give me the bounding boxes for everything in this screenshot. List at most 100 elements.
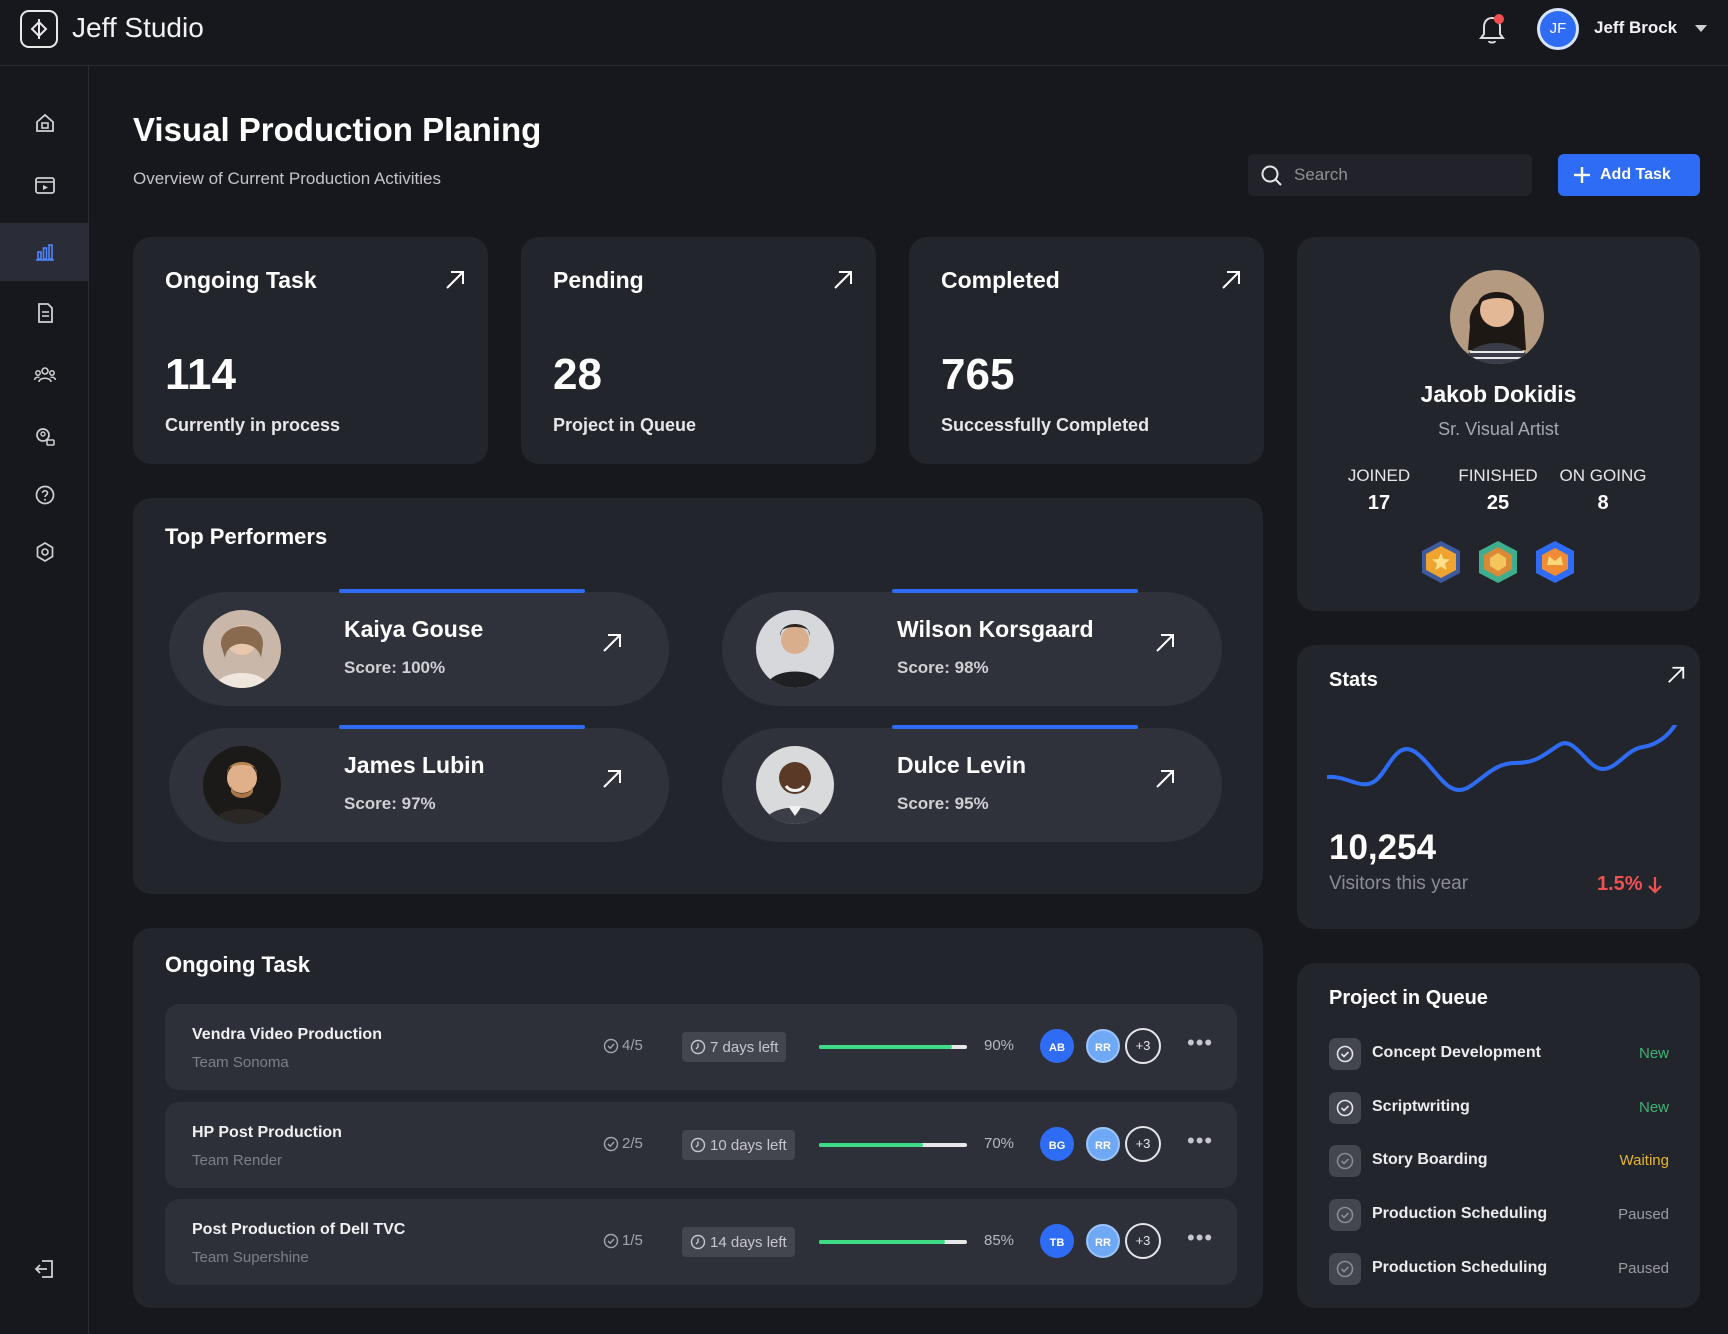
arrow-up-right-icon[interactable] xyxy=(1220,269,1242,291)
assignee-avatar[interactable]: BG xyxy=(1040,1127,1074,1161)
queue-checkbox[interactable] xyxy=(1329,1199,1361,1231)
queue-item[interactable]: Production Scheduling Paused xyxy=(1329,1195,1669,1235)
top-performers-card: Top Performers Kaiya Gouse Score: 100% W… xyxy=(133,498,1263,894)
ongoing-tasks-card: Ongoing Task Vendra Video Production Team… xyxy=(133,928,1263,1308)
queue-checkbox[interactable] xyxy=(1329,1038,1361,1070)
arrow-up-right-icon[interactable] xyxy=(601,768,623,790)
task-progress-bar xyxy=(819,1045,967,1049)
assignee-avatar[interactable]: RR xyxy=(1086,1127,1120,1161)
assignee-avatar[interactable]: AB xyxy=(1040,1029,1074,1063)
stat-card-ongoing[interactable]: Ongoing Task 114 Currently in process xyxy=(133,237,488,464)
queue-checkbox[interactable] xyxy=(1329,1253,1361,1285)
profile-stat-ongoing: ON GOING 8 xyxy=(1548,466,1658,515)
arrow-up-right-icon[interactable] xyxy=(444,269,466,291)
assignee-avatar[interactable]: RR xyxy=(1086,1224,1120,1258)
queue-item-label: Story Boarding xyxy=(1372,1151,1488,1168)
performer-avatar xyxy=(203,610,281,688)
search-input[interactable] xyxy=(1294,160,1524,190)
performer-accent-bar xyxy=(892,589,1138,593)
stat-card-pending[interactable]: Pending 28 Project in Queue xyxy=(521,237,876,464)
section-title: Project in Queue xyxy=(1329,987,1488,1009)
profile-stat-value: 17 xyxy=(1367,492,1391,514)
task-row[interactable]: HP Post Production Team Render 2/5 10 days … xyxy=(165,1102,1237,1188)
queue-checkbox[interactable] xyxy=(1329,1145,1361,1177)
arrow-up-right-icon[interactable] xyxy=(1666,665,1686,685)
sidebar-item-video[interactable] xyxy=(0,156,89,214)
queue-item[interactable]: Story Boarding Waiting xyxy=(1329,1141,1669,1181)
profile-stat-label: FINISHED xyxy=(1458,466,1538,485)
search-icon xyxy=(1261,165,1282,186)
queue-item[interactable]: Production Scheduling Paused xyxy=(1329,1249,1669,1289)
stat-card-completed[interactable]: Completed 765 Successfully Completed xyxy=(909,237,1264,464)
profile-avatar[interactable] xyxy=(1450,270,1544,364)
performer-card[interactable]: Kaiya Gouse Score: 100% xyxy=(169,589,669,706)
arrow-up-right-icon[interactable] xyxy=(1154,632,1176,654)
visitors-sparkline xyxy=(1327,725,1677,792)
queue-item[interactable]: Scriptwriting New xyxy=(1329,1088,1669,1128)
check-circle-icon xyxy=(603,1038,619,1053)
performer-name: James Lubin xyxy=(344,752,485,778)
stats-value: 10,254 xyxy=(1329,828,1437,867)
profile-stat-finished: FINISHED 25 xyxy=(1443,466,1553,515)
sidebar-item-settings[interactable] xyxy=(0,523,89,581)
task-checklist-count: 1/5 xyxy=(622,1232,643,1249)
star-badge-icon xyxy=(1422,541,1460,583)
arrow-up-right-icon[interactable] xyxy=(601,632,623,654)
user-search-icon xyxy=(35,428,55,446)
stat-value: 114 xyxy=(165,350,236,399)
stats-change-value: 1.5% xyxy=(1597,873,1643,895)
performer-card[interactable]: Wilson Korsgaard Score: 98% xyxy=(722,589,1222,706)
check-circle-icon xyxy=(603,1233,619,1248)
logout-icon xyxy=(34,1260,53,1278)
sidebar-item-documents[interactable] xyxy=(0,284,89,342)
app-logo[interactable] xyxy=(20,10,58,48)
more-assignees[interactable]: +3 xyxy=(1125,1223,1161,1259)
profile-stat-joined: JOINED 17 xyxy=(1324,466,1434,515)
arrow-up-right-icon[interactable] xyxy=(1154,768,1176,790)
performer-accent-bar xyxy=(339,589,585,593)
medal-badge-icon xyxy=(1479,541,1517,583)
more-assignees[interactable]: +3 xyxy=(1125,1126,1161,1162)
task-row[interactable]: Post Production of Dell TVC Team Supershi… xyxy=(165,1199,1237,1285)
sidebar-item-analytics[interactable] xyxy=(0,223,89,281)
performer-name: Dulce Levin xyxy=(897,752,1027,778)
sidebar-item-help[interactable] xyxy=(0,466,89,524)
sidebar-item-home[interactable] xyxy=(0,94,89,152)
user-name[interactable]: Jeff Brock xyxy=(1594,18,1677,38)
user-avatar[interactable]: JF xyxy=(1537,8,1579,50)
sidebar-item-team[interactable] xyxy=(0,346,89,404)
add-task-label: Add Task xyxy=(1600,166,1671,183)
profile-stat-value: 25 xyxy=(1486,492,1510,514)
performer-score: Score: 95% xyxy=(897,794,989,813)
chevron-down-icon[interactable] xyxy=(1695,25,1707,32)
stats-title: Stats xyxy=(1329,669,1378,691)
performer-card[interactable]: James Lubin Score: 97% xyxy=(169,725,669,842)
section-title: Ongoing Task xyxy=(165,952,311,977)
sidebar-item-logout[interactable] xyxy=(0,1240,89,1298)
more-options-icon[interactable]: ••• xyxy=(1187,1128,1213,1154)
check-circle-icon xyxy=(1336,1260,1354,1278)
task-row[interactable]: Vendra Video Production Team Sonoma 4/5 7 d… xyxy=(165,1004,1237,1090)
document-icon xyxy=(37,303,53,323)
profile-stat-label: JOINED xyxy=(1347,466,1411,485)
more-assignees[interactable]: +3 xyxy=(1125,1028,1161,1064)
queue-item[interactable]: Concept Development New xyxy=(1329,1034,1669,1074)
settings-icon xyxy=(36,542,53,562)
assignee-avatar[interactable]: TB xyxy=(1040,1224,1074,1258)
assignee-avatar[interactable]: RR xyxy=(1086,1029,1120,1063)
top-bar: Jeff Studio JF Jeff Brock xyxy=(0,0,1728,66)
task-name: HP Post Production xyxy=(192,1124,342,1141)
stats-card: Stats 10,254 Visitors this year 1.5% xyxy=(1297,645,1700,929)
task-team: Team Supershine xyxy=(192,1249,309,1266)
task-deadline: 14 days left xyxy=(682,1227,795,1257)
arrow-up-right-icon[interactable] xyxy=(832,269,854,291)
more-options-icon[interactable]: ••• xyxy=(1187,1030,1213,1056)
sidebar-item-user-search[interactable] xyxy=(0,408,89,466)
check-circle-icon xyxy=(603,1136,619,1151)
task-progress-label: 70% xyxy=(984,1135,1015,1152)
more-options-icon[interactable]: ••• xyxy=(1187,1225,1213,1251)
performer-card[interactable]: Dulce Levin Score: 95% xyxy=(722,725,1222,842)
queue-checkbox[interactable] xyxy=(1329,1092,1361,1124)
add-task-button[interactable]: Add Task xyxy=(1558,154,1700,196)
check-circle-icon xyxy=(1336,1099,1354,1117)
